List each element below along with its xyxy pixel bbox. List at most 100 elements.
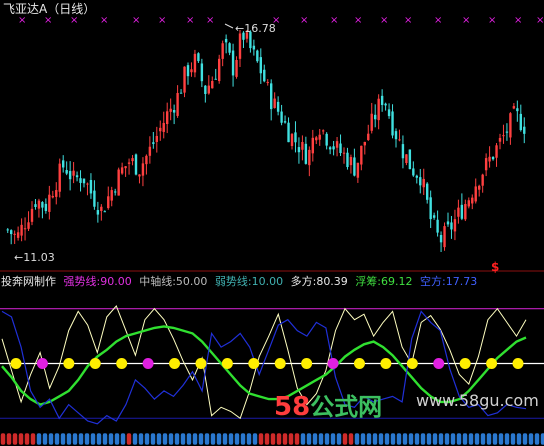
bottom-strip-cell (408, 432, 414, 446)
candle-body (412, 168, 415, 176)
candle-body (148, 146, 152, 156)
bottom-strip-cell (186, 432, 192, 446)
top-x-marker: × (132, 15, 140, 26)
candle-body (169, 108, 172, 112)
chart-canvas: × × × × × × × × × × × × × × × × × × × (0, 15, 544, 446)
candle-body (211, 80, 214, 89)
candle-body (79, 178, 82, 183)
candle-body (166, 111, 169, 124)
candle-body (516, 108, 519, 112)
candle-body (301, 142, 304, 150)
candle-body (72, 170, 75, 176)
candle-body (235, 59, 238, 77)
candle-body (478, 185, 481, 190)
candle-body (363, 141, 366, 146)
candle-body (96, 210, 100, 215)
candle-body (502, 135, 505, 137)
candle-body (335, 141, 339, 148)
top-x-marker: × (44, 15, 52, 26)
candle-body (488, 156, 491, 162)
bottom-strip-cell (54, 432, 60, 446)
top-x-marker: × (300, 15, 308, 26)
candle-body (384, 103, 387, 106)
candle-body (41, 202, 44, 208)
mid-marker (36, 358, 48, 369)
candle-body (93, 190, 96, 207)
candle-body (474, 186, 477, 202)
candle-body (190, 69, 193, 73)
candle-body (58, 163, 61, 192)
candle-body (481, 174, 484, 186)
candle-body (498, 137, 502, 142)
candle-body (155, 135, 158, 142)
candle-body (200, 63, 204, 82)
bottom-strip-cell (6, 432, 12, 446)
candle-body (266, 81, 269, 83)
mid-marker (433, 358, 445, 369)
top-x-marker: × (514, 15, 522, 26)
bottom-strip-cell (462, 432, 468, 446)
candle-body (419, 177, 422, 186)
candle-body (228, 43, 231, 53)
bottom-strip-cell (276, 432, 282, 446)
bottom-strip-cell (126, 432, 132, 446)
candle-body (457, 207, 460, 217)
candle-body (408, 149, 412, 170)
candle-body (380, 95, 384, 105)
candle-body (152, 142, 155, 144)
bottom-strip-cell (300, 432, 306, 446)
bottom-strip-cell (36, 432, 42, 446)
candle-body (214, 78, 217, 80)
candle-body (231, 50, 235, 76)
bottom-strip-cell (366, 432, 372, 446)
candle-body (287, 122, 290, 143)
bottom-strip-cell (306, 432, 312, 446)
candle-body (450, 222, 453, 230)
candle-body (134, 154, 138, 175)
candle-body (370, 113, 373, 131)
candle-body (131, 158, 134, 162)
top-x-marker: × (488, 15, 496, 26)
legend-duo: 多方:80.39 (290, 275, 348, 288)
candle-body (391, 111, 394, 136)
candle-body (322, 130, 325, 132)
bottom-strip-cell (246, 432, 252, 446)
bottom-strip-cell (132, 432, 138, 446)
bottom-strip-cell (144, 432, 150, 446)
bottom-strip-cell (342, 432, 348, 446)
bottom-strip-cell (498, 432, 504, 446)
candle-body (509, 113, 512, 138)
bottom-strip-cell (234, 432, 240, 446)
candle-body (356, 162, 360, 178)
candle-body (44, 203, 48, 211)
top-x-marker: × (100, 15, 108, 26)
bottom-strip-cell (90, 432, 96, 446)
legend-kong: 空方:17.73 (420, 275, 478, 288)
bottom-strip-cell (516, 432, 522, 446)
candle-body (464, 204, 467, 220)
candle-body (16, 232, 20, 238)
bottom-strip-cell (192, 432, 198, 446)
candle-body (100, 206, 103, 212)
bottom-strip-cell (174, 432, 180, 446)
candle-body (13, 233, 16, 235)
bottom-strip-cell (66, 432, 72, 446)
bottom-strip-cell (180, 432, 186, 446)
bottom-strip-cell (384, 432, 390, 446)
bottom-strip-cell (402, 432, 408, 446)
candle-body (179, 92, 183, 94)
candle-body (467, 200, 470, 207)
candle-body (394, 131, 398, 140)
bottom-strip-cell (528, 432, 534, 446)
candle-body (297, 147, 301, 153)
candle-body (387, 109, 391, 117)
bottom-strip-cell (258, 432, 264, 446)
candle-body (10, 230, 13, 235)
top-x-marker: × (462, 15, 470, 26)
bottom-strip-cell (468, 432, 474, 446)
candle-body (512, 106, 516, 109)
bottom-strip-cell (474, 432, 480, 446)
top-x-marker: × (354, 15, 362, 26)
candle-body (374, 114, 377, 120)
candle-body (429, 197, 432, 220)
